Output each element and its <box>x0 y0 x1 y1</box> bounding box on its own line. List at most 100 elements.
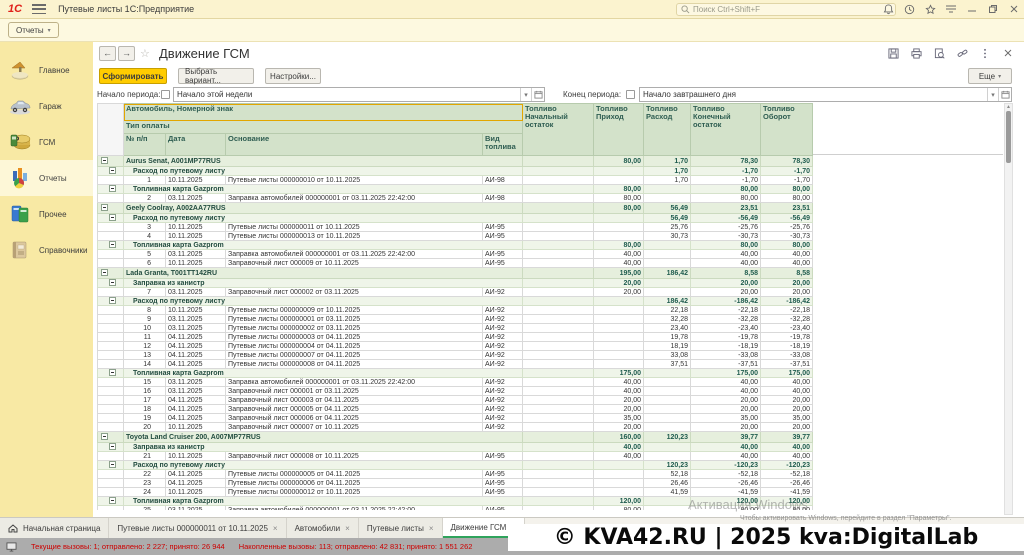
fuel-value-cell[interactable]: 40,00 <box>691 250 761 259</box>
fuel-value-cell[interactable] <box>594 176 644 185</box>
row-fuel-type[interactable]: АИ-92 <box>483 414 523 423</box>
fuel-value-cell[interactable]: -52,18 <box>761 470 813 479</box>
fuel-value-cell[interactable] <box>594 167 644 176</box>
col-basis-header[interactable]: Основание <box>226 134 483 156</box>
favorites-icon[interactable] <box>924 3 936 15</box>
dropdown-arrow-icon[interactable]: ▾ <box>520 88 531 101</box>
fuel-value-cell[interactable] <box>523 203 594 214</box>
fuel-value-cell[interactable] <box>523 452 594 461</box>
row-date[interactable]: 03.11.2025 <box>166 324 226 333</box>
group-vehicle-label[interactable]: Aurus Senat, A001MP77RUS <box>124 156 523 167</box>
fuel-value-cell[interactable]: 56,49 <box>644 214 691 223</box>
col-end-header[interactable]: Топливо Конечный остаток <box>691 104 761 156</box>
fuel-value-cell[interactable]: -25,76 <box>691 223 761 232</box>
row-fuel-type[interactable]: АИ-92 <box>483 288 523 297</box>
row-fuel-type[interactable]: АИ-95 <box>483 506 523 511</box>
preview-icon[interactable] <box>933 47 945 59</box>
fuel-value-cell[interactable] <box>594 306 644 315</box>
fuel-value-cell[interactable] <box>523 396 594 405</box>
row-fuel-type[interactable]: АИ-95 <box>483 488 523 497</box>
fuel-value-cell[interactable]: 35,00 <box>761 414 813 423</box>
row-basis[interactable]: Заправка автомобилей 000000001 от 03.11.… <box>226 506 483 511</box>
row-fuel-type[interactable]: АИ-92 <box>483 306 523 315</box>
fuel-value-cell[interactable]: 1,70 <box>644 156 691 167</box>
fuel-value-cell[interactable] <box>523 470 594 479</box>
fuel-value-cell[interactable]: 40,00 <box>594 250 644 259</box>
fuel-value-cell[interactable]: -1,70 <box>691 176 761 185</box>
row-basis[interactable]: Путевые листы 000000011 от 10.11.2025 <box>226 223 483 232</box>
fuel-value-cell[interactable] <box>644 506 691 511</box>
fuel-value-cell[interactable] <box>523 333 594 342</box>
row-basis[interactable]: Заправочный лист 000009 от 10.11.2025 <box>226 259 483 268</box>
fuel-value-cell[interactable]: 80,00 <box>761 241 813 250</box>
fuel-value-cell[interactable]: 80,00 <box>594 506 644 511</box>
fuel-value-cell[interactable]: -56,49 <box>761 214 813 223</box>
fuel-value-cell[interactable]: 40,00 <box>761 259 813 268</box>
row-basis[interactable]: Заправочный лист 000001 от 03.11.2025 <box>226 387 483 396</box>
row-basis[interactable]: Путевые листы 000000008 от 04.11.2025 <box>226 360 483 369</box>
fuel-value-cell[interactable]: -186,42 <box>761 297 813 306</box>
fuel-value-cell[interactable]: -41,59 <box>761 488 813 497</box>
row-fuel-type[interactable]: АИ-92 <box>483 351 523 360</box>
row-basis[interactable]: Заправочный лист 000003 от 04.11.2025 <box>226 396 483 405</box>
group-payment-label[interactable]: Топливная карта Gazprom <box>124 241 523 250</box>
period-end-field[interactable]: Начало завтрашнего дня ▾ <box>639 87 1012 102</box>
fuel-value-cell[interactable]: 20,00 <box>761 279 813 288</box>
fuel-value-cell[interactable]: -18,19 <box>761 342 813 351</box>
col-out-header[interactable]: Топливо Расход <box>644 104 691 156</box>
fuel-value-cell[interactable]: 40,00 <box>691 259 761 268</box>
fuel-value-cell[interactable]: 39,77 <box>761 432 813 443</box>
row-basis[interactable]: Заправочный лист 000007 от 10.11.2025 <box>226 423 483 432</box>
row-fuel-type[interactable]: АИ-95 <box>483 223 523 232</box>
minimize-icon[interactable] <box>966 3 978 15</box>
row-fuel-type[interactable]: АИ-92 <box>483 315 523 324</box>
fuel-value-cell[interactable] <box>523 479 594 488</box>
row-basis[interactable]: Заправка автомобилей 000000001 от 03.11.… <box>226 194 483 203</box>
fuel-value-cell[interactable] <box>594 461 644 470</box>
row-num[interactable]: 3 <box>124 223 166 232</box>
fuel-value-cell[interactable]: -19,78 <box>691 333 761 342</box>
sidebar-item-refs[interactable]: Справочники <box>0 232 93 268</box>
row-date[interactable]: 10.11.2025 <box>166 259 226 268</box>
row-basis[interactable]: Путевые листы 000000005 от 04.11.2025 <box>226 470 483 479</box>
fuel-value-cell[interactable] <box>523 506 594 511</box>
fuel-value-cell[interactable]: 39,77 <box>691 432 761 443</box>
collapse-group-icon[interactable] <box>109 167 116 174</box>
fuel-value-cell[interactable]: 20,00 <box>691 396 761 405</box>
fuel-value-cell[interactable] <box>523 232 594 241</box>
fuel-value-cell[interactable] <box>594 223 644 232</box>
group-vehicle-label[interactable]: Geely Coolray, A002AA77RUS <box>124 203 523 214</box>
row-date[interactable]: 10.11.2025 <box>166 488 226 497</box>
fuel-value-cell[interactable] <box>523 497 594 506</box>
fuel-value-cell[interactable] <box>644 452 691 461</box>
fuel-value-cell[interactable]: 20,00 <box>761 288 813 297</box>
fuel-value-cell[interactable]: 8,58 <box>761 268 813 279</box>
row-num[interactable]: 17 <box>124 396 166 405</box>
fuel-value-cell[interactable] <box>644 241 691 250</box>
group-payment-label[interactable]: Топливная карта Gazprom <box>124 369 523 378</box>
fuel-value-cell[interactable]: 1,70 <box>644 176 691 185</box>
period-start-field[interactable]: Начало этой недели ▾ <box>173 87 545 102</box>
group-vehicle-label[interactable]: Toyota Land Cruiser 200, A007MP77RUS <box>124 432 523 443</box>
group-payment-label[interactable]: Расход по путевому листу <box>124 214 523 223</box>
row-num[interactable]: 10 <box>124 324 166 333</box>
collapse-group-icon[interactable] <box>101 204 108 211</box>
row-date[interactable]: 03.11.2025 <box>166 506 226 511</box>
row-num[interactable]: 12 <box>124 342 166 351</box>
fuel-value-cell[interactable]: 80,00 <box>594 156 644 167</box>
fuel-value-cell[interactable]: 20,00 <box>691 279 761 288</box>
fuel-value-cell[interactable]: 23,51 <box>691 203 761 214</box>
fuel-value-cell[interactable] <box>644 414 691 423</box>
fuel-value-cell[interactable]: -23,40 <box>691 324 761 333</box>
close-icon[interactable] <box>1002 47 1014 59</box>
fuel-value-cell[interactable] <box>594 333 644 342</box>
row-fuel-type[interactable]: АИ-95 <box>483 470 523 479</box>
fuel-value-cell[interactable]: -32,28 <box>691 315 761 324</box>
sidebar-item-gsm[interactable]: ГСМ <box>0 124 93 160</box>
fuel-value-cell[interactable]: -30,73 <box>761 232 813 241</box>
fuel-value-cell[interactable]: 186,42 <box>644 297 691 306</box>
row-date[interactable]: 10.11.2025 <box>166 452 226 461</box>
fuel-value-cell[interactable] <box>523 405 594 414</box>
fuel-value-cell[interactable] <box>644 396 691 405</box>
fuel-value-cell[interactable] <box>644 259 691 268</box>
